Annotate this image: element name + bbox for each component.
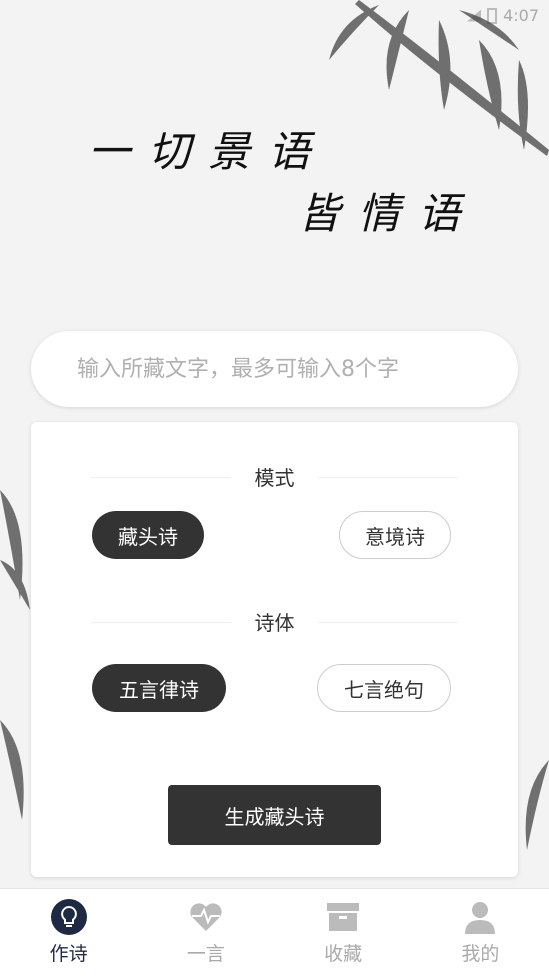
tab-favorites[interactable]: 收藏 bbox=[275, 889, 412, 976]
bamboo-top-right-decoration bbox=[329, 0, 549, 156]
form-option-five-char[interactable]: 五言律诗 bbox=[92, 664, 226, 712]
divider bbox=[318, 621, 458, 623]
tab-label: 一言 bbox=[186, 943, 225, 965]
form-title: 诗体 bbox=[254, 611, 295, 635]
divider bbox=[91, 621, 231, 623]
tab-label: 收藏 bbox=[324, 943, 363, 965]
tab-quote[interactable]: 一言 bbox=[137, 889, 274, 976]
generate-button[interactable]: 生成藏头诗 bbox=[168, 785, 381, 845]
hidden-text-input[interactable] bbox=[31, 331, 518, 407]
tab-compose[interactable]: 作诗 bbox=[0, 889, 137, 976]
mode-option-acrostic[interactable]: 藏头诗 bbox=[92, 511, 204, 559]
hero-line-2: 皆情语 bbox=[298, 189, 479, 238]
box-icon bbox=[325, 899, 361, 935]
heart-pulse-icon bbox=[188, 899, 224, 935]
mode-section-title: 模式 bbox=[31, 462, 518, 491]
form-section-title: 诗体 bbox=[31, 607, 518, 636]
divider bbox=[318, 476, 458, 478]
mode-title: 模式 bbox=[254, 466, 295, 490]
hidden-text-field bbox=[31, 331, 518, 407]
form-option-seven-char[interactable]: 七言绝句 bbox=[317, 664, 451, 712]
tab-label: 作诗 bbox=[49, 943, 88, 965]
tab-label: 我的 bbox=[461, 943, 500, 965]
options-card: 模式 藏头诗 意境诗 诗体 五言律诗 七言绝句 生成藏头诗 bbox=[31, 422, 518, 877]
user-icon bbox=[462, 899, 498, 935]
tab-profile[interactable]: 我的 bbox=[412, 889, 549, 976]
bottom-tab-bar: 作诗 一言 收藏 我的 bbox=[0, 888, 549, 976]
mode-option-mood[interactable]: 意境诗 bbox=[339, 511, 451, 559]
hero-line-1: 一切景语 bbox=[88, 127, 329, 176]
bamboo-right-decoration bbox=[525, 760, 549, 850]
lightbulb-icon bbox=[50, 899, 87, 935]
divider bbox=[91, 476, 231, 478]
